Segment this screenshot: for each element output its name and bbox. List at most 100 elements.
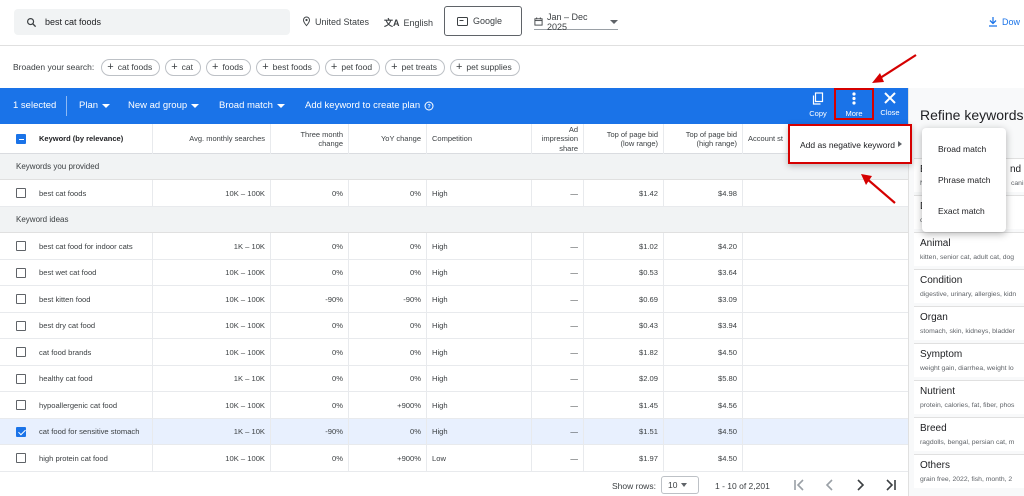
download-button[interactable]: Dow	[988, 16, 1020, 27]
refine-group-values: grain free, 2022, fish, month, 2	[920, 476, 1013, 483]
plus-icon: +	[391, 60, 398, 73]
cell-yoy: 0%	[349, 312, 427, 339]
broaden-search-row: Broaden your search: + cat foods + cat + fo…	[0, 54, 1024, 80]
copy-button[interactable]: Copy	[802, 92, 834, 118]
cell-keyword: cat food brands	[0, 339, 153, 365]
dropdown-arrow-icon	[610, 19, 618, 24]
table-row[interactable]: cat food brands 10K – 100K 0% 0% High — $1.82 $…	[0, 339, 908, 366]
new-ad-group-dropdown[interactable]: New ad group	[128, 100, 200, 111]
cell-bid-high: $4.20	[664, 233, 743, 259]
next-page-icon[interactable]	[854, 479, 866, 491]
cell-bid-low: $1.02	[584, 233, 664, 259]
plus-icon: +	[171, 60, 178, 73]
cell-keyword: healthy cat food	[0, 365, 153, 392]
menu-item-phrase-match[interactable]: Phrase match	[938, 175, 990, 185]
close-button[interactable]: Close	[874, 92, 906, 117]
cell-account-status	[743, 445, 908, 471]
header-label: Competition	[432, 134, 473, 144]
table-row[interactable]: best wet cat food 10K – 100K 0% 0% High — $0.5…	[0, 259, 908, 286]
match-type-dropdown[interactable]: Broad match	[219, 100, 285, 111]
previous-page-icon[interactable]	[824, 479, 836, 491]
cell-bid-low: $0.43	[584, 312, 664, 339]
select-all-checkbox[interactable]	[16, 134, 26, 144]
add-negative-keyword-item[interactable]: Add as negative keyword	[800, 140, 895, 150]
refine-group-condition[interactable]: Condition digestive, urinary, allergies, …	[914, 269, 1024, 303]
broaden-chip[interactable]: + cat foods	[101, 58, 161, 76]
plus-icon: +	[212, 60, 219, 73]
cell-account-status	[743, 366, 908, 392]
table-row[interactable]: healthy cat food 1K – 10K 0% 0% High — $2.09 $5…	[0, 365, 908, 392]
column-header-three-month-change[interactable]: Three month change	[271, 124, 349, 154]
cell-searches: 1K – 10K	[153, 233, 271, 259]
language-selector[interactable]: 文A English	[384, 16, 433, 29]
broaden-chip[interactable]: + foods	[206, 58, 252, 76]
refine-group-nutrient[interactable]: Nutrient protein, calories, fat, fiber, p…	[914, 380, 1024, 414]
cell-impression: —	[532, 312, 584, 339]
header-label: Keyword (by relevance)	[39, 134, 124, 144]
rows-per-page-select[interactable]: 10	[661, 476, 699, 494]
broaden-chip[interactable]: + pet supplies	[449, 58, 520, 76]
cell-yoy: 0%	[349, 365, 427, 392]
table-row[interactable]: best cat foods 10K – 100K 0% 0% High — $1.42 $4…	[0, 180, 908, 207]
broaden-chip[interactable]: + best foods	[256, 58, 320, 76]
refine-group-breed[interactable]: Breed ragdolls, bengal, persian cat, m	[914, 417, 1024, 451]
refine-group-values: kitten, senior cat, adult cat, dog	[920, 254, 1015, 261]
column-header-impression-share[interactable]: Ad impression share	[532, 124, 584, 154]
refine-group-animal[interactable]: Animal kitten, senior cat, adult cat, dog	[914, 232, 1024, 266]
help-icon[interactable]: ?	[424, 101, 434, 111]
refine-group-values: protein, calories, fat, fiber, phos	[920, 402, 1015, 409]
cell-bid-high: $4.50	[664, 418, 743, 445]
date-range-selector[interactable]: Jan – Dec 2025	[534, 12, 618, 32]
cell-impression: —	[532, 286, 584, 312]
top-bar: best cat foods United States 文A English …	[0, 0, 1024, 46]
plan-label: Plan	[79, 100, 99, 111]
search-network-icon	[457, 16, 468, 26]
column-header-competition[interactable]: Competition	[427, 124, 532, 154]
table-row[interactable]: best kitten food 10K – 100K -90% -90% High — $…	[0, 286, 908, 313]
refine-group-others[interactable]: Others grain free, 2022, fish, month, 2	[914, 454, 1024, 488]
match-type-label: Broad match	[219, 100, 273, 111]
column-header-bid-low[interactable]: Top of page bid (low range)	[584, 124, 664, 154]
cell-searches: 1K – 10K	[153, 418, 271, 445]
add-keyword-to-plan-button[interactable]: Add keyword to create plan ?	[305, 100, 434, 111]
table-row[interactable]: hypoallergenic cat food 10K – 100K 0% +900%…	[0, 392, 908, 419]
column-header-searches[interactable]: Avg. monthly searches	[153, 124, 271, 154]
plan-dropdown[interactable]: Plan	[79, 100, 111, 111]
broaden-chip[interactable]: + pet food	[324, 58, 381, 76]
language-label: English	[403, 17, 434, 28]
table-footer: Show rows: 10 1 - 10 of 2,201	[0, 474, 908, 496]
cell-impression: —	[532, 418, 584, 445]
first-page-icon[interactable]	[793, 479, 805, 491]
translate-icon: 文A	[384, 18, 400, 28]
cell-keyword: best cat foods	[0, 180, 153, 206]
refine-group-organ[interactable]: Organ stomach, skin, kidneys, bladder	[914, 306, 1024, 340]
broaden-chip[interactable]: + pet treats	[385, 58, 445, 76]
action-bar-divider	[66, 96, 67, 116]
refine-group-values: ragdolls, bengal, persian cat, m	[920, 439, 1015, 446]
cell-yoy: 0%	[349, 180, 427, 206]
table-row[interactable]: cat food for sensitive stomach 1K – 10K -9…	[0, 418, 908, 445]
cell-bid-low: $1.45	[584, 392, 664, 418]
dropdown-arrow-icon	[191, 103, 200, 108]
cell-bid-high: $3.64	[664, 259, 743, 286]
table-row[interactable]: best cat food for indoor cats 1K – 10K 0% 0…	[0, 233, 908, 260]
column-header-keyword[interactable]: Keyword (by relevance)	[0, 124, 153, 154]
column-header-yoy-change[interactable]: YoY change	[349, 124, 427, 154]
broaden-chip[interactable]: + cat	[165, 58, 201, 76]
cell-bid-low: $0.53	[584, 259, 664, 286]
table-row[interactable]: best dry cat food 10K – 100K 0% 0% High — $0.4…	[0, 312, 908, 339]
column-header-bid-high[interactable]: Top of page bid (high range)	[664, 124, 743, 154]
last-page-icon[interactable]	[885, 479, 897, 491]
refine-group-symptom[interactable]: Symptom weight gain, diarrhea, weight lo	[914, 343, 1024, 377]
network-selector[interactable]: Google	[444, 6, 522, 36]
location-selector[interactable]: United States	[302, 16, 369, 27]
show-rows-label: Show rows:	[612, 481, 656, 491]
menu-item-exact-match[interactable]: Exact match	[938, 206, 985, 216]
plus-icon: +	[330, 60, 338, 73]
search-box[interactable]: best cat foods	[14, 9, 290, 35]
new-ad-group-label: New ad group	[128, 100, 188, 111]
table-row[interactable]: high protein cat food 10K – 100K 0% +900% Lo…	[0, 445, 908, 472]
menu-item-broad-match[interactable]: Broad match	[938, 144, 986, 154]
cell-bid-high: $4.50	[664, 445, 743, 471]
cell-bid-low: $0.69	[584, 286, 664, 312]
